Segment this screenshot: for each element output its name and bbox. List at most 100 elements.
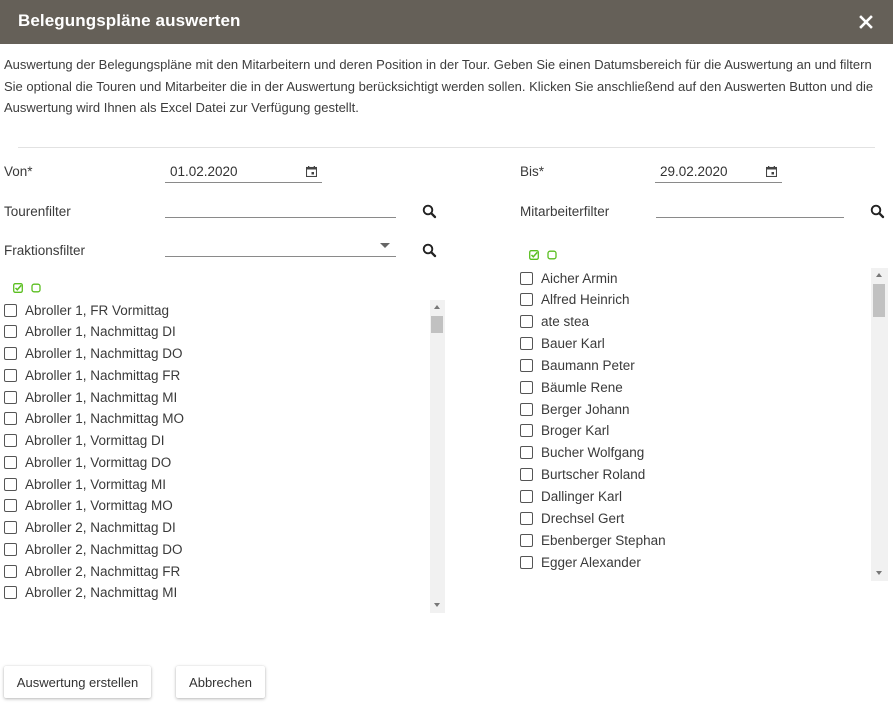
list-item[interactable]: Ebenberger Stephan bbox=[520, 530, 666, 550]
checkbox[interactable] bbox=[4, 434, 17, 447]
list-item[interactable]: Aicher Armin bbox=[520, 268, 618, 288]
mitarbeiterfilter-input[interactable] bbox=[656, 198, 844, 218]
select-none-icon[interactable] bbox=[31, 283, 41, 293]
search-icon[interactable] bbox=[422, 243, 437, 258]
list-item[interactable]: Alfred Heinrich bbox=[520, 290, 630, 310]
checkbox[interactable] bbox=[520, 555, 533, 569]
von-date-field[interactable]: 01.02.2020 bbox=[165, 163, 322, 183]
checkbox[interactable] bbox=[520, 511, 533, 525]
list-item[interactable]: Abroller 1, Nachmittag FR bbox=[4, 365, 180, 385]
list-item[interactable]: Abroller 2, Nachmittag FR bbox=[4, 561, 180, 581]
scrollbar-thumb[interactable] bbox=[431, 316, 443, 333]
checkbox[interactable] bbox=[4, 542, 17, 556]
list-item-label: Bauer Karl bbox=[541, 336, 605, 352]
scroll-up-icon[interactable] bbox=[876, 273, 882, 277]
checkbox[interactable] bbox=[4, 586, 17, 600]
bis-label: Bis* bbox=[520, 164, 545, 179]
list-item-label: Abroller 2, Nachmittag MI bbox=[25, 585, 178, 601]
cancel-button[interactable]: Abbrechen bbox=[176, 666, 265, 698]
list-item-label: Ebenberger Stephan bbox=[541, 532, 666, 548]
search-icon[interactable] bbox=[422, 204, 437, 219]
checkbox[interactable] bbox=[520, 380, 533, 394]
select-none-icon[interactable] bbox=[547, 250, 557, 260]
select-all-icon[interactable] bbox=[13, 283, 23, 293]
list-item[interactable]: Abroller 1, Vormittag MO bbox=[4, 496, 173, 516]
list-item-label: Abroller 1, Nachmittag MO bbox=[25, 411, 185, 427]
list-item-label: Berger Johann bbox=[541, 401, 630, 417]
list-item-label: Abroller 1, Nachmittag FR bbox=[25, 367, 181, 383]
select-all-icon[interactable] bbox=[529, 250, 539, 260]
checkbox[interactable] bbox=[4, 521, 17, 534]
checkbox[interactable] bbox=[520, 315, 533, 329]
list-item[interactable]: Abroller 1, Nachmittag MO bbox=[4, 409, 184, 429]
list-item[interactable]: Abroller 1, Nachmittag MI bbox=[4, 387, 177, 407]
checkbox[interactable] bbox=[4, 347, 17, 360]
list-item[interactable]: Drechsel Gert bbox=[520, 508, 624, 528]
checkbox[interactable] bbox=[520, 533, 533, 547]
list-item-label: Alfred Heinrich bbox=[541, 292, 630, 308]
bis-date-field[interactable]: 29.02.2020 bbox=[655, 163, 782, 183]
list-item[interactable]: Broger Karl bbox=[520, 421, 609, 441]
checkbox[interactable] bbox=[4, 477, 17, 491]
mitarbeiter-list[interactable]: Aicher Armin Alfred Heinrich ate stea Bauer… bbox=[520, 268, 871, 581]
touren-list[interactable]: Abroller 1, FR Vormittag Abroller 1, Nach… bbox=[4, 300, 430, 613]
calendar-icon[interactable] bbox=[306, 166, 317, 177]
touren-scrollbar[interactable] bbox=[430, 300, 445, 613]
mitarbeiter-select-tools bbox=[529, 250, 557, 260]
scrollbar-thumb[interactable] bbox=[873, 284, 885, 317]
checkbox[interactable] bbox=[520, 293, 533, 307]
checkbox[interactable] bbox=[4, 499, 17, 513]
list-item[interactable]: Abroller 2, Nachmittag MI bbox=[4, 583, 177, 603]
checkbox[interactable] bbox=[4, 390, 17, 404]
calendar-icon[interactable] bbox=[766, 166, 777, 177]
list-item[interactable]: Abroller 1, Nachmittag DO bbox=[4, 344, 183, 364]
list-item-label: Aicher Armin bbox=[541, 270, 618, 286]
checkbox[interactable] bbox=[520, 490, 533, 503]
tourenfilter-input[interactable] bbox=[165, 198, 396, 218]
checkbox[interactable] bbox=[4, 564, 17, 578]
list-item[interactable]: Abroller 2, Nachmittag DI bbox=[4, 518, 176, 538]
list-item[interactable]: Abroller 1, Vormittag DI bbox=[4, 431, 165, 451]
list-item[interactable]: Bäumle Rene bbox=[520, 377, 623, 397]
touren-select-tools bbox=[13, 283, 41, 293]
checkbox[interactable] bbox=[4, 368, 17, 382]
checkbox[interactable] bbox=[4, 303, 17, 317]
checkbox[interactable] bbox=[520, 446, 533, 460]
list-item-label: Burtscher Roland bbox=[541, 467, 646, 483]
checkbox[interactable] bbox=[520, 468, 533, 482]
list-item[interactable]: Abroller 1, FR Vormittag bbox=[4, 300, 169, 320]
checkbox[interactable] bbox=[520, 402, 533, 416]
chevron-down-icon[interactable] bbox=[380, 243, 390, 248]
checkbox[interactable] bbox=[4, 412, 17, 426]
create-report-button[interactable]: Auswertung erstellen bbox=[4, 666, 151, 698]
list-item-label: Bäumle Rene bbox=[541, 379, 623, 395]
checkbox[interactable] bbox=[520, 358, 533, 372]
list-item[interactable]: Burtscher Roland bbox=[520, 465, 645, 485]
list-item[interactable]: Bauer Karl bbox=[520, 334, 605, 354]
checkbox[interactable] bbox=[520, 271, 533, 285]
list-item[interactable]: Abroller 2, Nachmittag DO bbox=[4, 539, 183, 559]
list-item[interactable]: Baumann Peter bbox=[520, 355, 635, 375]
scroll-up-icon[interactable] bbox=[434, 305, 440, 309]
intro-text: Auswertung der Belegungspläne mit den Mi… bbox=[4, 57, 874, 115]
list-item[interactable]: Abroller 1, Vormittag DO bbox=[4, 452, 171, 472]
checkbox[interactable] bbox=[520, 337, 533, 351]
fraktionsfilter-select[interactable] bbox=[165, 237, 396, 257]
dialog-title: Belegungspläne auswerten bbox=[18, 11, 241, 30]
close-icon[interactable] bbox=[859, 12, 873, 30]
scroll-down-icon[interactable] bbox=[434, 603, 440, 607]
list-item[interactable]: Dallinger Karl bbox=[520, 487, 622, 507]
search-icon[interactable] bbox=[870, 204, 885, 219]
list-item-label: Abroller 1, Nachmittag DO bbox=[25, 346, 183, 361]
checkbox[interactable] bbox=[520, 424, 533, 438]
list-item[interactable]: Abroller 1, Nachmittag DI bbox=[4, 322, 176, 342]
checkbox[interactable] bbox=[4, 325, 17, 339]
list-item[interactable]: Berger Johann bbox=[520, 399, 630, 419]
list-item[interactable]: ate stea bbox=[520, 312, 589, 332]
scroll-down-icon[interactable] bbox=[876, 571, 882, 575]
list-item[interactable]: Bucher Wolfgang bbox=[520, 443, 644, 463]
list-item[interactable]: Egger Alexander bbox=[520, 552, 641, 572]
list-item[interactable]: Abroller 1, Vormittag MI bbox=[4, 474, 166, 494]
checkbox[interactable] bbox=[4, 455, 17, 469]
mitarbeiter-scrollbar[interactable] bbox=[871, 268, 888, 581]
